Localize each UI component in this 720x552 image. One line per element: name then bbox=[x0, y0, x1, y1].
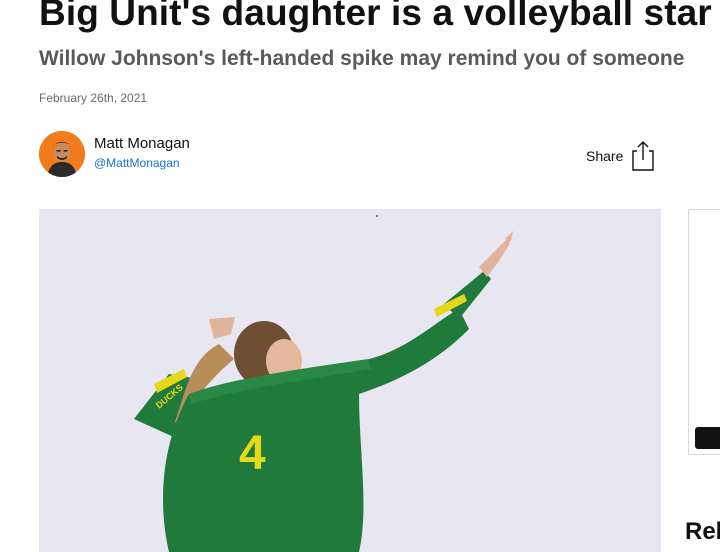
author-portrait-icon bbox=[39, 131, 85, 177]
author-handle-link[interactable]: @MattMonagan bbox=[94, 156, 180, 170]
sidebar-card bbox=[688, 209, 720, 455]
share-button[interactable]: Share bbox=[586, 140, 655, 172]
article-subheadline: Willow Johnson's left-handed spike may r… bbox=[39, 47, 685, 70]
share-icon bbox=[632, 141, 655, 171]
hero-image: 4 DUCKS bbox=[39, 209, 661, 552]
sidebar-card-button[interactable] bbox=[695, 427, 720, 449]
jersey-number: 4 bbox=[239, 427, 266, 480]
volleyball-player-image: 4 DUCKS bbox=[39, 209, 661, 552]
publish-date: February 26th, 2021 bbox=[39, 91, 148, 105]
share-label: Share bbox=[586, 148, 624, 164]
author-name[interactable]: Matt Monagan bbox=[94, 135, 190, 152]
author-avatar[interactable] bbox=[39, 131, 85, 177]
article-headline: Big Unit's daughter is a volleyball star bbox=[39, 0, 712, 33]
related-heading: Rel bbox=[685, 518, 720, 545]
